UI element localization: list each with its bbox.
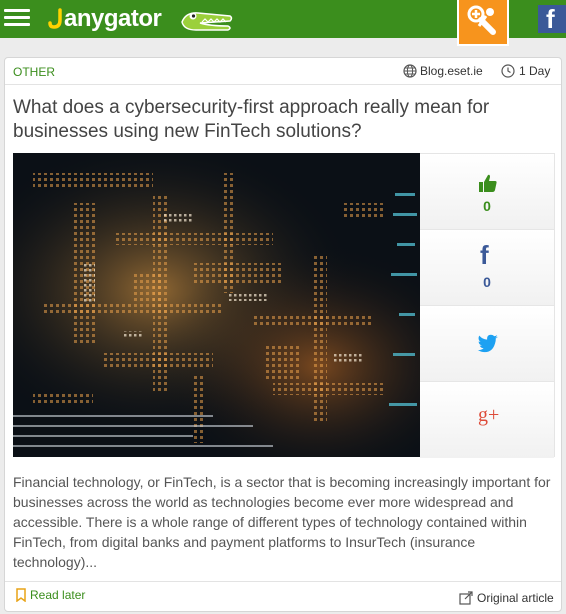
twitter-icon [477,334,499,353]
category-label[interactable]: OTHER [13,65,55,79]
logo-text: anygator [64,5,162,32]
card-header: OTHER Blog.eset.ie 1 Day [5,58,561,85]
menu-line [4,23,30,26]
facebook-button[interactable]: f [538,5,566,33]
google-plus-icon: g+ [478,404,500,426]
thumbs-up-icon [479,174,497,192]
card-footer: Read later Original article [5,581,561,612]
logo-hook-icon [48,8,62,29]
article-card: OTHER Blog.eset.ie 1 Day What does a cyb… [4,57,562,612]
clock-icon [501,64,515,78]
add-source-icon [467,5,496,35]
facebook-share-icon: f [480,240,489,270]
facebook-share-button[interactable]: f 0 [420,230,554,306]
source-name: Blog.eset.ie [420,64,483,78]
read-later-button[interactable]: Read later [15,588,85,602]
article-image[interactable] [13,153,420,457]
twitter-share-button[interactable] [420,306,554,382]
hamburger-icon[interactable] [4,7,30,29]
logo[interactable]: anygator [46,2,233,36]
social-actions: 0 f 0 g+ [420,153,555,458]
bookmark-icon [16,588,26,602]
menu-line [4,9,30,12]
facebook-icon: f [546,5,555,33]
add-source-button[interactable] [457,0,509,46]
crocodile-icon [181,12,233,31]
external-link-icon [459,591,473,605]
article-excerpt[interactable]: Financial technology, or FinTech, is a s… [13,472,553,572]
top-bar: anygator f [0,0,566,46]
source-link[interactable]: Blog.eset.ie [403,64,483,78]
age-text: 1 Day [519,64,551,78]
google-plus-share-button[interactable]: g+ [420,382,554,458]
like-count: 0 [483,198,491,214]
globe-icon [403,64,417,78]
read-later-label: Read later [30,588,86,602]
like-button[interactable]: 0 [420,154,554,230]
original-article-label: Original article [477,591,554,605]
facebook-share-count: 0 [483,274,491,290]
menu-line [4,16,30,19]
article-age: 1 Day [501,64,550,78]
original-article-link[interactable]: Original article [459,591,554,605]
article-title[interactable]: What does a cybersecurity-first approach… [13,96,553,144]
circuit-image [13,153,420,457]
